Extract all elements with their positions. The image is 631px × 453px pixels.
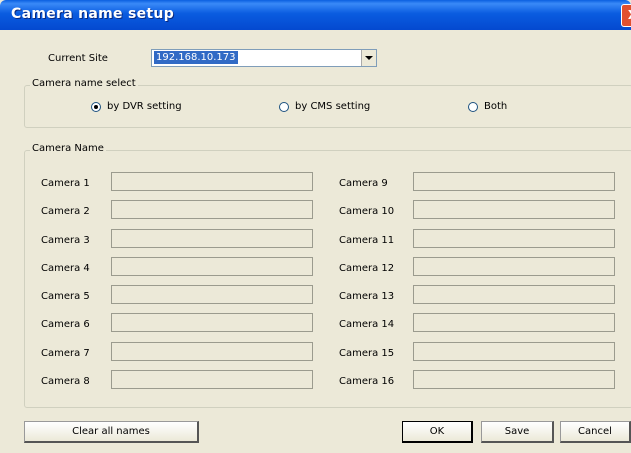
window-title: Camera name setup [11, 6, 175, 22]
current-site-label: Current Site [48, 53, 108, 64]
camera-label: Camera 4 [41, 263, 90, 274]
camera-label: Camera 16 [339, 376, 395, 387]
ok-button[interactable]: OK [402, 421, 473, 443]
current-site-value: 192.168.10.173 [154, 51, 238, 64]
camera-name-field[interactable] [111, 313, 313, 332]
camera-label: Camera 1 [41, 178, 90, 189]
cancel-button[interactable]: Cancel [560, 421, 631, 443]
camera-name-field[interactable] [111, 257, 313, 276]
camera-name-field[interactable] [111, 200, 313, 219]
save-button[interactable]: Save [481, 421, 554, 443]
camera-name-field[interactable] [111, 370, 313, 389]
radio-unchecked-icon [279, 101, 289, 112]
camera-label: Camera 6 [41, 319, 90, 330]
radio-by-dvr-label: by DVR setting [107, 101, 182, 112]
radio-unchecked-icon [468, 101, 478, 112]
radio-checked-icon [91, 101, 101, 112]
camera-name-field[interactable] [413, 172, 615, 191]
camera-label: Camera 2 [41, 206, 90, 217]
camera-name-field[interactable] [413, 285, 615, 304]
camera-name-field[interactable] [413, 229, 615, 248]
camera-label: Camera 8 [41, 376, 90, 387]
camera-name-field[interactable] [413, 257, 615, 276]
camera-name-field[interactable] [413, 370, 615, 389]
camera-label: Camera 15 [339, 348, 395, 359]
radio-by-cms[interactable]: by CMS setting [279, 101, 370, 112]
camera-label: Camera 14 [339, 319, 395, 330]
camera-label: Camera 7 [41, 348, 90, 359]
camera-name-field[interactable] [111, 342, 313, 361]
radio-both[interactable]: Both [468, 101, 507, 112]
camera-label: Camera 5 [41, 291, 90, 302]
camera-name-select-legend: Camera name select [30, 78, 138, 89]
camera-label: Camera 12 [339, 263, 395, 274]
camera-name-field[interactable] [413, 342, 615, 361]
camera-name-field[interactable] [413, 200, 615, 219]
camera-label: Camera 9 [339, 178, 388, 189]
camera-name-field[interactable] [111, 229, 313, 248]
clear-all-names-button[interactable]: Clear all names [24, 421, 199, 443]
camera-label: Camera 10 [339, 206, 395, 217]
camera-name-field[interactable] [111, 172, 313, 191]
camera-name-field[interactable] [413, 313, 615, 332]
title-bar: Camera name setup X [0, 0, 631, 30]
camera-label: Camera 3 [41, 235, 90, 246]
camera-label: Camera 11 [339, 235, 395, 246]
radio-by-dvr[interactable]: by DVR setting [91, 101, 182, 112]
radio-by-cms-label: by CMS setting [295, 101, 371, 112]
camera-label: Camera 13 [339, 291, 395, 302]
camera-name-field[interactable] [111, 285, 313, 304]
dropdown-arrow-icon[interactable] [361, 50, 376, 66]
camera-name-legend: Camera Name [30, 143, 106, 154]
current-site-select[interactable]: 192.168.10.173 [151, 49, 377, 67]
close-button[interactable]: X [621, 4, 631, 27]
radio-both-label: Both [484, 101, 508, 112]
